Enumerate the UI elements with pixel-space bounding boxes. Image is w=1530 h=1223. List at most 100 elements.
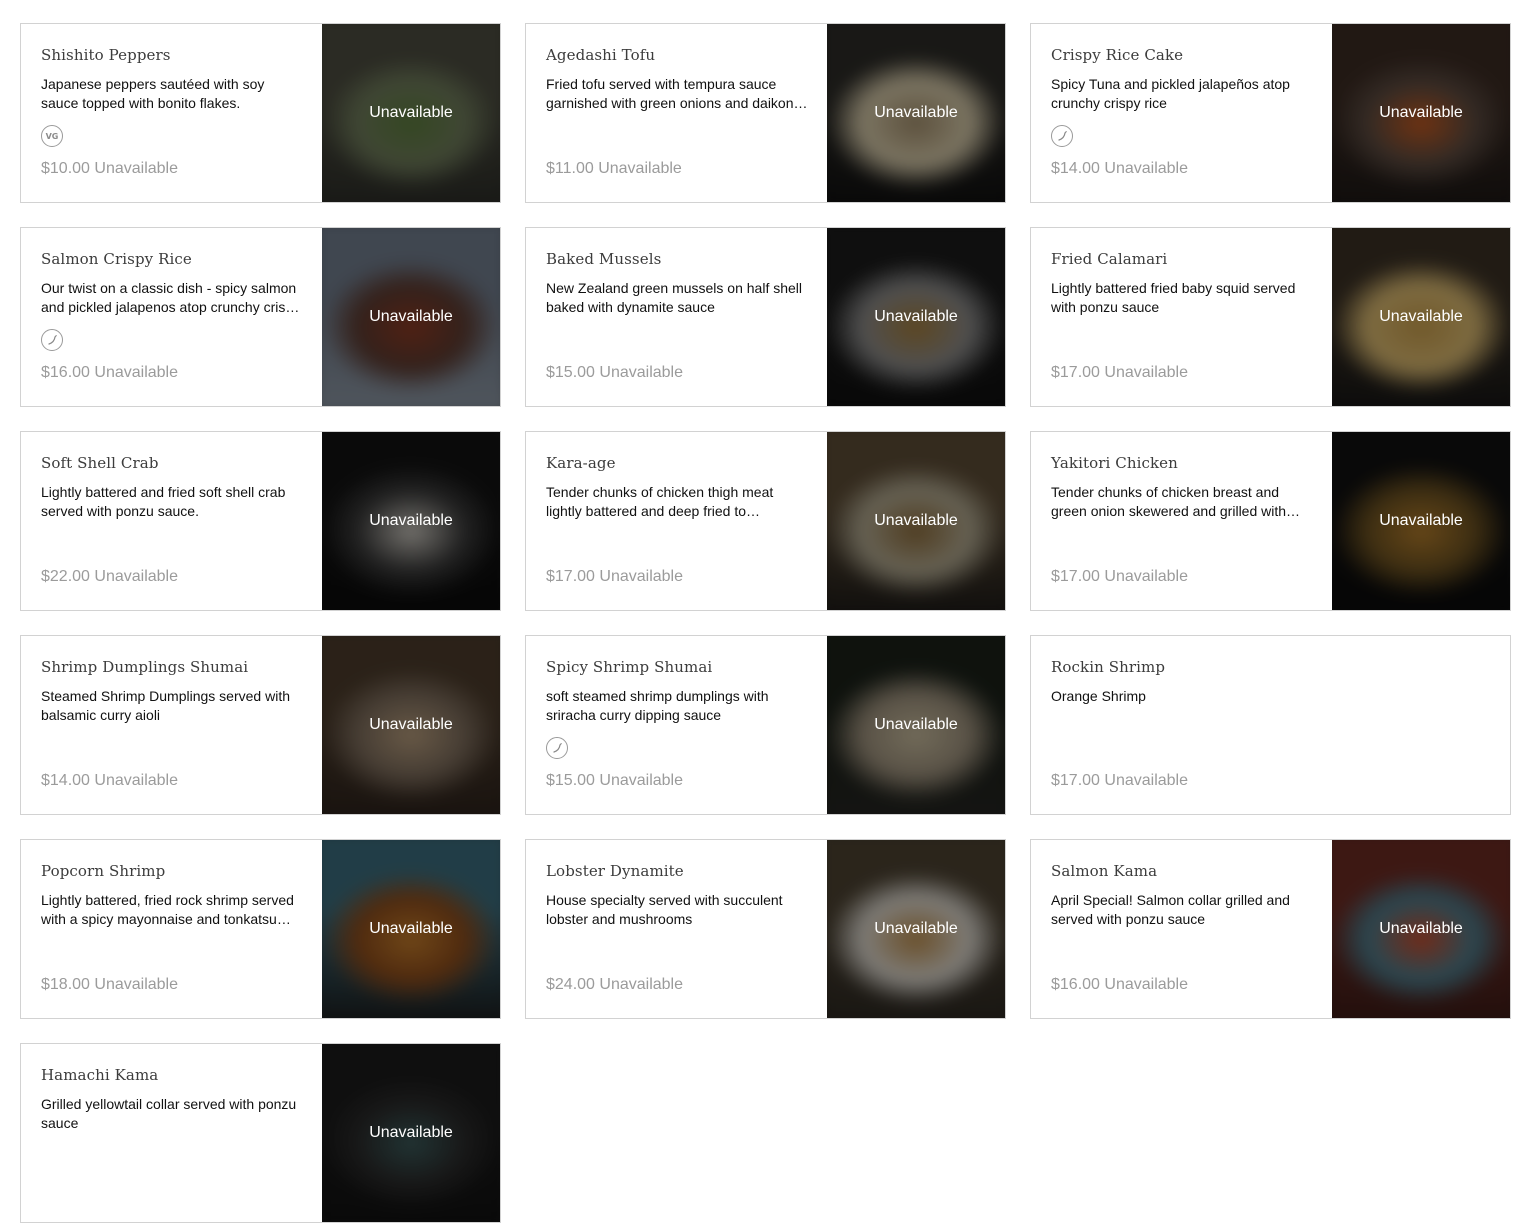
- menu-item-text: Shishito Peppers Japanese peppers sautée…: [41, 45, 303, 113]
- menu-item-card[interactable]: Shishito Peppers Japanese peppers sautée…: [20, 23, 501, 203]
- price-value: $15.00: [546, 364, 595, 381]
- price-value: $15.00: [546, 772, 595, 789]
- menu-item-price: $17.00 Unavailable: [1051, 568, 1188, 586]
- unavailable-overlay-label: Unavailable: [369, 716, 453, 733]
- availability-status: Unavailable: [599, 976, 683, 993]
- menu-item-description: New Zealand green mussels on half shell …: [546, 280, 803, 315]
- menu-item-name: Baked Mussels: [546, 250, 662, 268]
- price-value: $14.00: [1051, 160, 1100, 177]
- menu-item-price: $16.00 Unavailable: [1051, 976, 1188, 994]
- menu-item-text: Kara-age Tender chunks of chicken thigh …: [546, 453, 808, 521]
- menu-item-photo: Unavailable: [322, 228, 500, 406]
- availability-status: Unavailable: [94, 364, 178, 381]
- unavailable-overlay-label: Unavailable: [369, 512, 453, 529]
- availability-status: Unavailable: [1104, 364, 1188, 381]
- menu-item-text: Crispy Rice Cake Spicy Tuna and pickled …: [1051, 45, 1313, 113]
- menu-item-name: Salmon Crispy Rice: [41, 250, 192, 268]
- unavailable-overlay-label: Unavailable: [874, 716, 958, 733]
- menu-item-card[interactable]: Spicy Shrimp Shumai soft steamed shrimp …: [525, 635, 1006, 815]
- menu-item-price: $24.00 Unavailable: [546, 976, 683, 994]
- price-value: $14.00: [41, 772, 90, 789]
- menu-item-description: Spicy Tuna and pickled jalapeños atop cr…: [1051, 76, 1290, 111]
- menu-item-name: Shrimp Dumplings Shumai: [41, 658, 249, 676]
- menu-item-photo: Unavailable: [322, 432, 500, 610]
- menu-item-card[interactable]: Lobster Dynamite House specialty served …: [525, 839, 1006, 1019]
- menu-item-text: Popcorn Shrimp Lightly battered, fried r…: [41, 861, 303, 929]
- price-value: $10.00: [41, 160, 90, 177]
- menu-item-price: $16.00 Unavailable: [41, 364, 178, 382]
- menu-item-description: Our twist on a classic dish - spicy salm…: [41, 280, 301, 315]
- menu-item-card[interactable]: Shrimp Dumplings Shumai Steamed Shrimp D…: [20, 635, 501, 815]
- availability-status: Unavailable: [599, 568, 683, 585]
- menu-item-price: $11.00 Unavailable: [546, 160, 682, 178]
- unavailable-overlay-label: Unavailable: [874, 104, 958, 121]
- availability-status: Unavailable: [1104, 160, 1188, 177]
- menu-item-description: soft steamed shrimp dumplings with srira…: [546, 688, 769, 723]
- menu-item-card[interactable]: Fried Calamari Lightly battered fried ba…: [1030, 227, 1511, 407]
- menu-item-photo: Unavailable: [1332, 432, 1510, 610]
- menu-item-photo: Unavailable: [1332, 840, 1510, 1018]
- price-value: $17.00: [546, 568, 595, 585]
- unavailable-overlay-label: Unavailable: [1379, 308, 1463, 325]
- menu-item-card[interactable]: Hamachi Kama Grilled yellowtail collar s…: [20, 1043, 501, 1223]
- menu-item-price: $17.00 Unavailable: [1051, 772, 1188, 790]
- price-value: $17.00: [1051, 772, 1100, 789]
- menu-item-description: Steamed Shrimp Dumplings served with bal…: [41, 688, 290, 723]
- menu-item-photo: Unavailable: [1332, 228, 1510, 406]
- unavailable-overlay-label: Unavailable: [874, 308, 958, 325]
- menu-item-card[interactable]: Soft Shell Crab Lightly battered and fri…: [20, 431, 501, 611]
- menu-item-description: April Special! Salmon collar grilled and…: [1051, 892, 1290, 927]
- menu-item-name: Lobster Dynamite: [546, 862, 684, 880]
- chili-pepper-icon-glyph: [1058, 131, 1067, 141]
- menu-item-name: Crispy Rice Cake: [1051, 46, 1184, 64]
- menu-item-name: Soft Shell Crab: [41, 454, 159, 472]
- unavailable-overlay-label: Unavailable: [369, 1124, 453, 1141]
- menu-item-card[interactable]: Salmon Kama April Special! Salmon collar…: [1030, 839, 1511, 1019]
- unavailable-overlay-label: Unavailable: [874, 512, 958, 529]
- menu-item-name: Hamachi Kama: [41, 1066, 159, 1084]
- unavailable-overlay-label: Unavailable: [1379, 920, 1463, 937]
- menu-item-card[interactable]: Salmon Crispy Rice Our twist on a classi…: [20, 227, 501, 407]
- menu-item-name: Popcorn Shrimp: [41, 862, 166, 880]
- menu-item-description: Tender chunks of chicken breast and gree…: [1051, 484, 1287, 519]
- menu-item-name: Spicy Shrimp Shumai: [546, 658, 713, 676]
- vegetarian-icon: VG: [41, 125, 63, 147]
- unavailable-overlay-label: Unavailable: [369, 104, 453, 121]
- menu-item-photo: Unavailable: [827, 636, 1005, 814]
- menu-item-description: Japanese peppers sautéed with soy sauce …: [41, 76, 265, 111]
- menu-item-description: Lightly battered fried baby squid served…: [1051, 280, 1296, 315]
- menu-item-text: Baked Mussels New Zealand green mussels …: [546, 249, 808, 317]
- menu-item-photo: Unavailable: [322, 840, 500, 1018]
- unavailable-overlay-label: Unavailable: [874, 920, 958, 937]
- menu-item-photo: Unavailable: [827, 24, 1005, 202]
- menu-item-card[interactable]: Baked Mussels New Zealand green mussels …: [525, 227, 1006, 407]
- menu-item-card[interactable]: Agedashi Tofu Fried tofu served with tem…: [525, 23, 1006, 203]
- menu-item-price: $17.00 Unavailable: [546, 568, 683, 586]
- menu-item-card[interactable]: Popcorn Shrimp Lightly battered, fried r…: [20, 839, 501, 1019]
- menu-item-card[interactable]: Crispy Rice Cake Spicy Tuna and pickled …: [1030, 23, 1511, 203]
- menu-item-photo: Unavailable: [827, 432, 1005, 610]
- menu-grid: Shishito Peppers Japanese peppers sautée…: [20, 23, 1511, 1223]
- chili-pepper-icon: [1051, 125, 1073, 147]
- menu-item-card[interactable]: Yakitori Chicken Tender chunks of chicke…: [1030, 431, 1511, 611]
- menu-item-card[interactable]: Rockin Shrimp Orange Shrimp $17.00 Unava…: [1030, 635, 1511, 815]
- menu-item-text: Hamachi Kama Grilled yellowtail collar s…: [41, 1065, 303, 1133]
- unavailable-overlay-label: Unavailable: [1379, 512, 1463, 529]
- menu-item-description: Orange Shrimp: [1051, 688, 1146, 704]
- menu-item-photo: Unavailable: [1332, 24, 1510, 202]
- menu-item-card[interactable]: Kara-age Tender chunks of chicken thigh …: [525, 431, 1006, 611]
- price-value: $16.00: [41, 364, 90, 381]
- menu-item-text: Salmon Kama April Special! Salmon collar…: [1051, 861, 1313, 929]
- menu-item-price: $15.00 Unavailable: [546, 364, 683, 382]
- menu-item-description: Tender chunks of chicken thigh meat ligh…: [546, 484, 774, 519]
- menu-item-text: Shrimp Dumplings Shumai Steamed Shrimp D…: [41, 657, 303, 725]
- availability-status: Unavailable: [94, 160, 178, 177]
- menu-item-price: $15.00 Unavailable: [546, 772, 683, 790]
- availability-status: Unavailable: [1104, 772, 1188, 789]
- menu-item-name: Yakitori Chicken: [1051, 454, 1178, 472]
- chili-pepper-icon: [546, 737, 568, 759]
- price-value: $24.00: [546, 976, 595, 993]
- unavailable-overlay-label: Unavailable: [1379, 104, 1463, 121]
- menu-item-name: Kara-age: [546, 454, 616, 472]
- availability-status: Unavailable: [1104, 568, 1188, 585]
